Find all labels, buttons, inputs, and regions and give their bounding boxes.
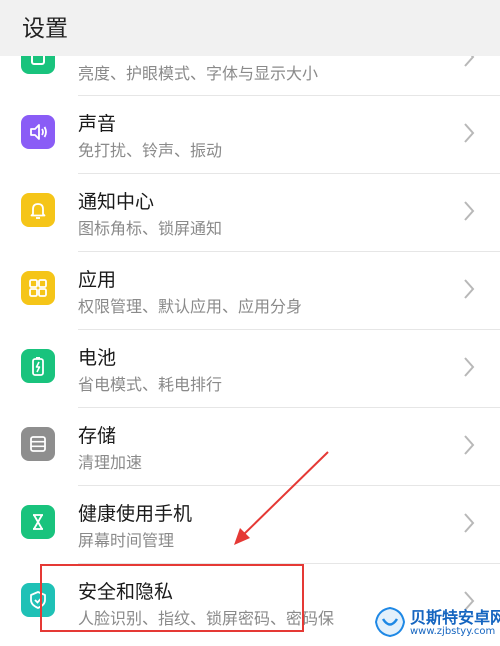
watermark-name: 贝斯特安卓网 <box>410 608 500 627</box>
apps-grid-icon <box>21 271 55 305</box>
watermark: 贝斯特安卓网 www.zjbstyy.com <box>370 600 500 646</box>
watermark-logo-icon <box>374 606 406 638</box>
settings-item-battery[interactable]: 电池 省电模式、耗电排行 <box>0 330 500 408</box>
battery-icon <box>21 349 55 383</box>
settings-item-subtitle: 省电模式、耗电排行 <box>78 375 223 394</box>
chevron-right-icon <box>464 513 475 533</box>
header-bar: 设置 <box>0 0 500 56</box>
settings-item-apps[interactable]: 应用 权限管理、默认应用、应用分身 <box>0 252 500 330</box>
page-title: 设置 <box>22 16 68 42</box>
settings-item-subtitle: 人脸识别、指纹、锁屏密码、密码保 <box>78 609 335 628</box>
settings-list: 亮度、护眼模式、字体与显示大小 声音 免打扰、铃声、振动 通知中心 图标角标、锁… <box>0 0 500 646</box>
settings-item-title: 应用 <box>78 269 117 291</box>
chevron-right-icon <box>464 435 475 455</box>
shield-icon <box>21 583 55 617</box>
hourglass-icon <box>21 505 55 539</box>
watermark-url: www.zjbstyy.com <box>410 626 496 637</box>
settings-item-digital-balance[interactable]: 健康使用手机 屏幕时间管理 <box>0 486 500 564</box>
settings-item-subtitle: 屏幕时间管理 <box>78 531 175 550</box>
settings-item-subtitle: 图标角标、锁屏通知 <box>78 219 223 238</box>
settings-item-subtitle: 权限管理、默认应用、应用分身 <box>78 297 303 316</box>
bell-icon <box>21 193 55 227</box>
settings-item-sound[interactable]: 声音 免打扰、铃声、振动 <box>0 96 500 174</box>
chevron-right-icon <box>464 201 475 221</box>
chevron-right-icon <box>464 123 475 143</box>
settings-item-subtitle: 清理加速 <box>78 453 143 472</box>
settings-item-title: 电池 <box>78 347 117 369</box>
settings-item-title: 存储 <box>78 425 117 447</box>
settings-item-subtitle: 亮度、护眼模式、字体与显示大小 <box>78 64 319 83</box>
settings-item-subtitle: 免打扰、铃声、振动 <box>78 141 223 160</box>
chevron-right-icon <box>464 279 475 299</box>
settings-item-storage[interactable]: 存储 清理加速 <box>0 408 500 486</box>
settings-item-title: 通知中心 <box>78 191 155 213</box>
storage-icon <box>21 427 55 461</box>
speaker-icon <box>21 115 55 149</box>
settings-item-title: 声音 <box>78 113 117 135</box>
chevron-right-icon <box>464 357 475 377</box>
settings-item-notification-center[interactable]: 通知中心 图标角标、锁屏通知 <box>0 174 500 252</box>
settings-item-title: 安全和隐私 <box>78 581 174 603</box>
settings-item-title: 健康使用手机 <box>78 503 193 525</box>
